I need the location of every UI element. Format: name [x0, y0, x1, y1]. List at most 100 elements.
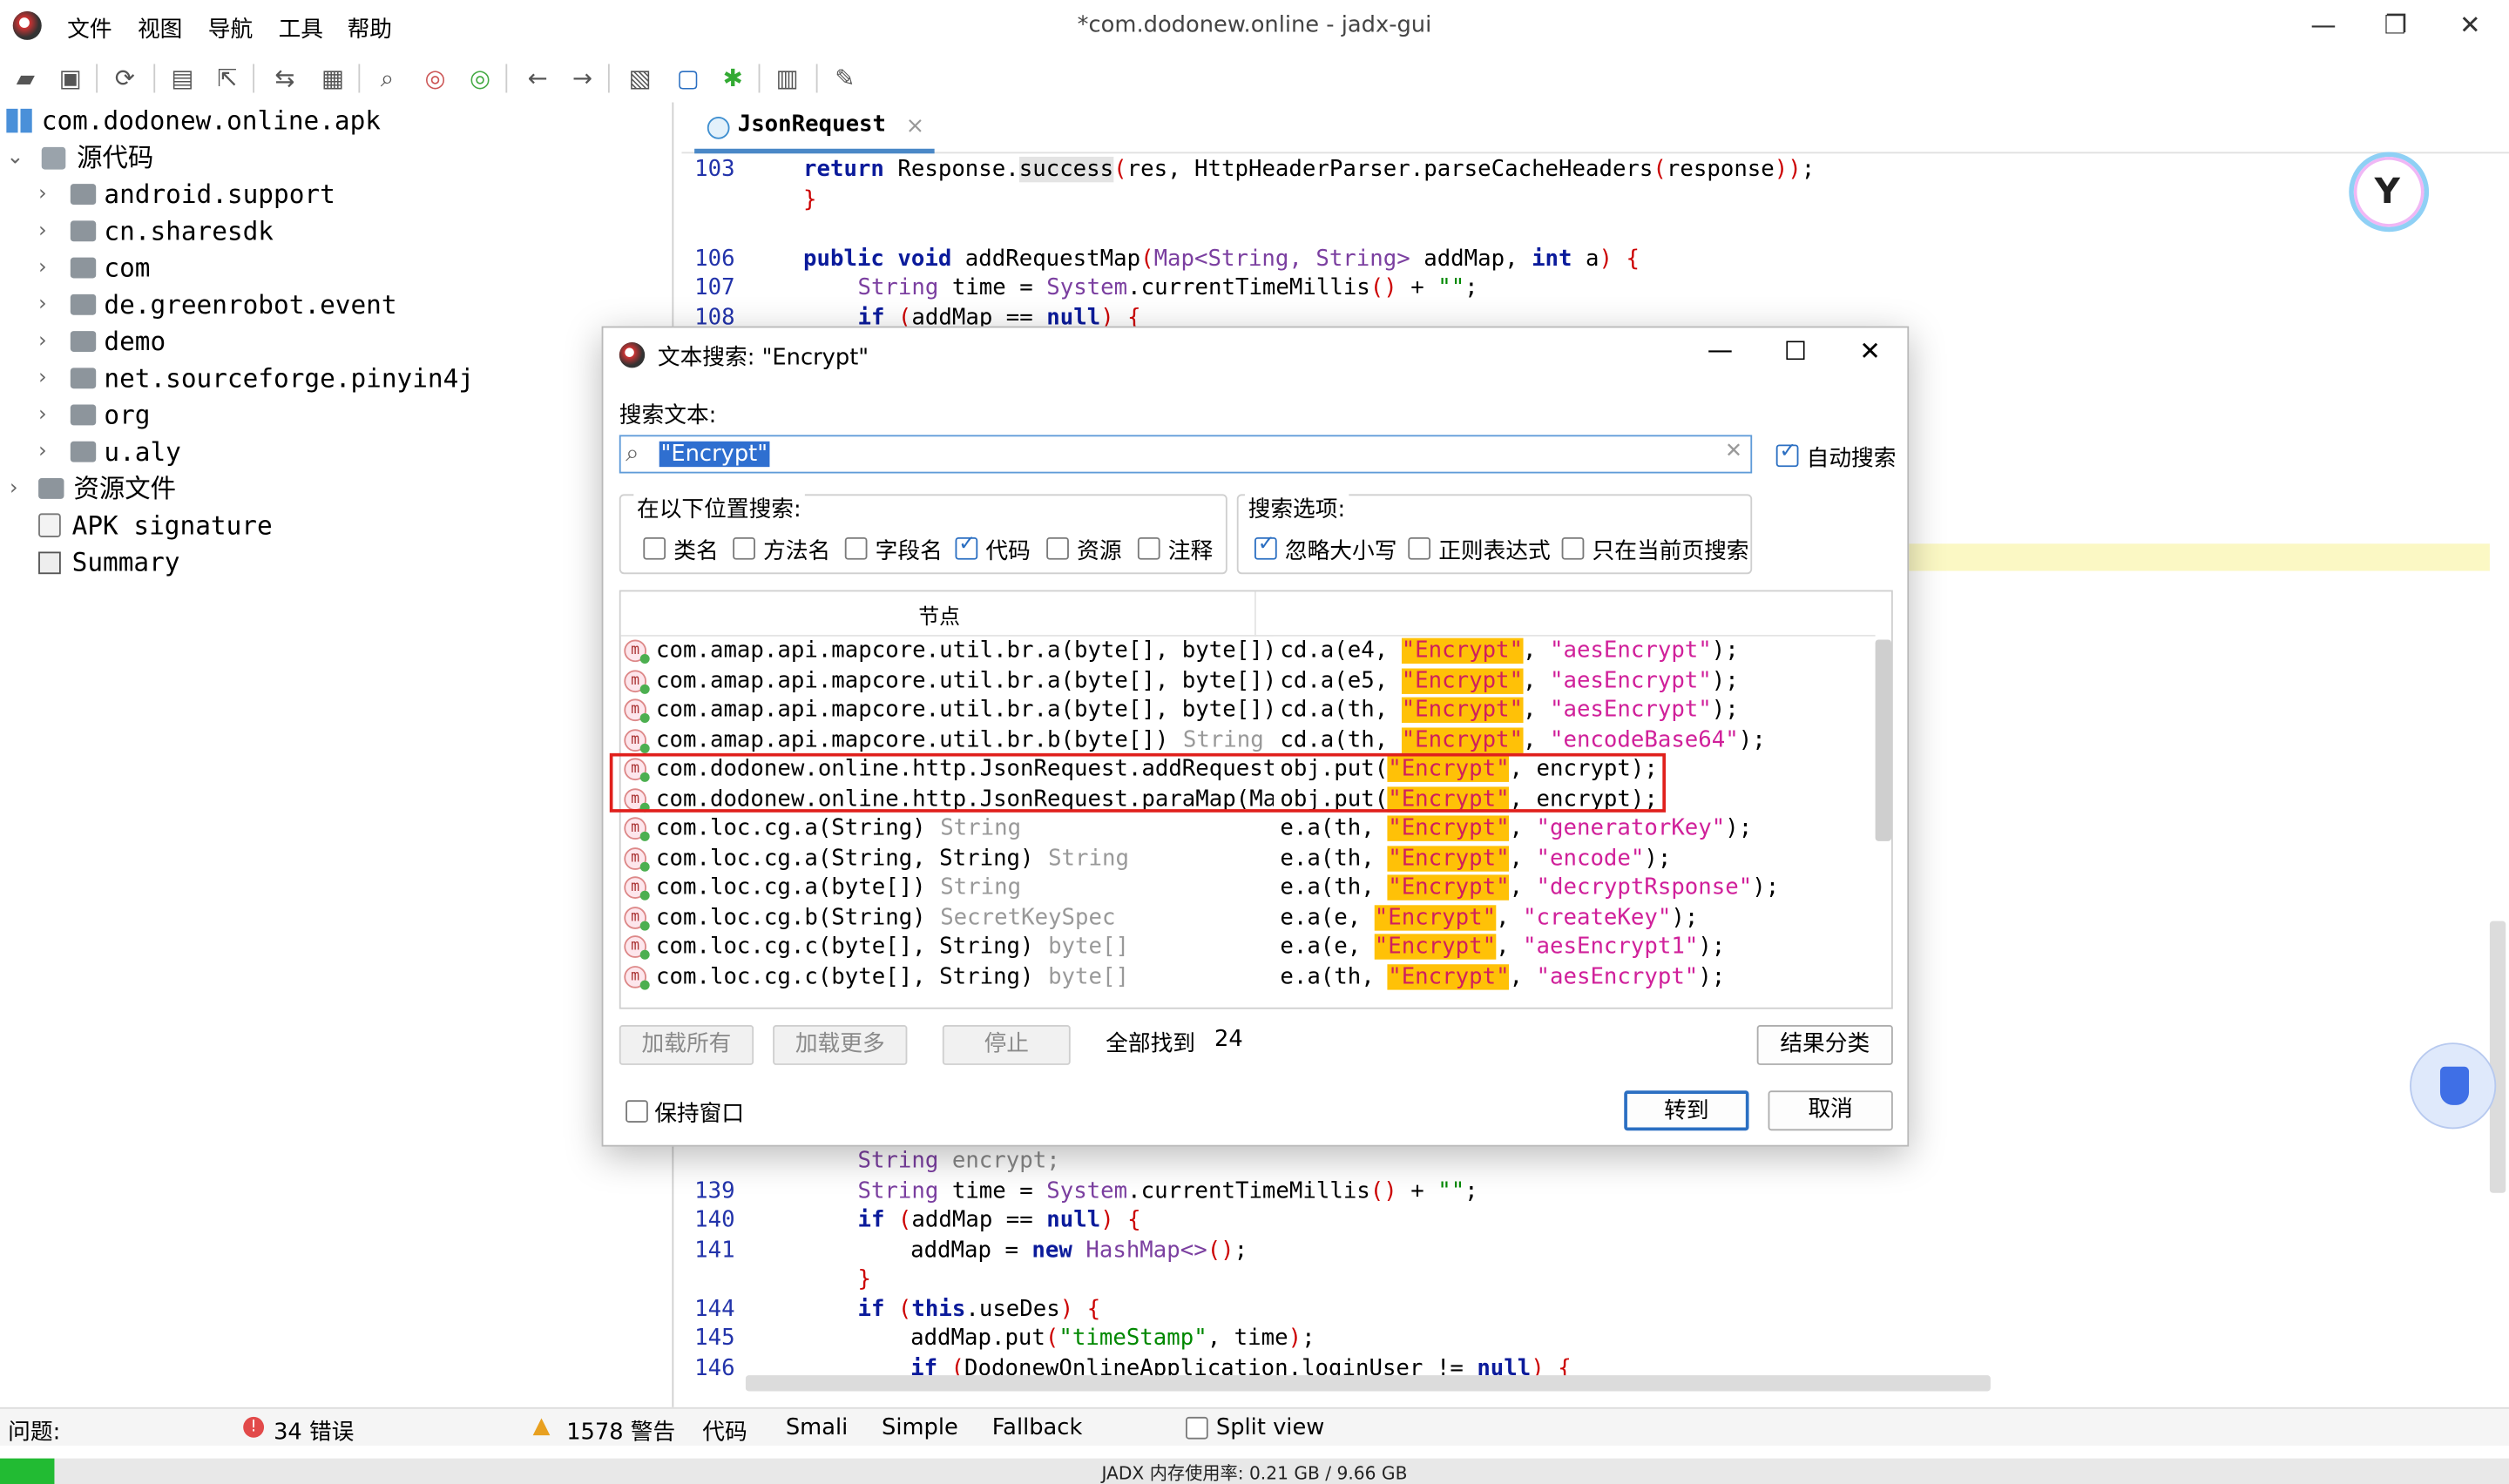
scope-code-checkbox[interactable] — [955, 532, 978, 560]
result-node: com.amap.api.mapcore.util.br.a(byte[], b… — [656, 637, 1277, 664]
chevron-down-icon[interactable]: ⌄ — [6, 139, 24, 176]
log-icon[interactable]: ▥ — [771, 63, 803, 95]
folder-icon — [70, 184, 97, 206]
stop-button[interactable]: 停止 — [942, 1025, 1071, 1065]
open-folder-icon[interactable]: ▦ — [317, 63, 349, 95]
sync-icon[interactable]: ⇆ — [269, 63, 301, 95]
current-page-checkbox[interactable] — [1561, 536, 1585, 560]
dialog-maximize-icon[interactable]: ☐ — [1784, 336, 1807, 367]
close-icon[interactable]: ✕ — [2459, 10, 2481, 40]
scope-comment-label: 注释 — [1167, 538, 1214, 565]
menu-help[interactable]: 帮助 — [348, 13, 392, 45]
code-line: addMap = new HashMap<>(); — [910, 1237, 1248, 1263]
maximize-icon[interactable]: ❐ — [2384, 10, 2407, 40]
reload-icon[interactable]: ⟳ — [109, 63, 141, 95]
package-box-icon — [41, 146, 66, 170]
scope-comment-checkbox[interactable] — [1137, 536, 1160, 560]
minimize-icon[interactable]: — — [2310, 10, 2336, 40]
deobfuscate-icon[interactable]: ▢ — [672, 63, 704, 95]
scope-class-label: 类名 — [673, 538, 719, 565]
method-icon: m — [624, 876, 650, 901]
result-row[interactable]: m com.loc.cg.a(String) String e.a(th, "Encr… — [621, 813, 1876, 844]
tab-fallback[interactable]: Fallback — [992, 1415, 1083, 1440]
save-icon[interactable]: ▤ — [166, 63, 199, 95]
tab-jsonrequest[interactable]: JsonRequest × — [694, 103, 935, 154]
ignore-case-checkbox[interactable] — [1254, 532, 1277, 560]
code-line: public void addRequestMap(Map<String, St… — [803, 245, 1640, 272]
scope-field-checkbox[interactable] — [844, 536, 868, 560]
scope-method-label: 方法名 — [763, 538, 831, 565]
warnings-count[interactable]: 1578 警告 — [566, 1415, 675, 1447]
found-label: 全部找到 — [1106, 1031, 1196, 1057]
load-more-button[interactable]: 加载更多 — [773, 1025, 908, 1065]
search-input[interactable]: ⌕ "Encrypt" ✕ — [619, 435, 1753, 474]
add-files-icon[interactable]: ▣ — [54, 63, 86, 95]
debug-icon[interactable]: ✱ — [717, 63, 749, 95]
result-row[interactable]: m com.loc.cg.c(byte[], String) byte[] e.a(t… — [621, 961, 1876, 992]
dialog-minimize-icon[interactable]: — — [1708, 334, 1733, 365]
memory-bar: JADX 内存使用率: 0.21 GB / 9.66 GB — [0, 1458, 2509, 1484]
result-row[interactable]: m com.loc.cg.a(String, String) String e.a(t… — [621, 843, 1876, 874]
search-icon[interactable]: ⌕ — [371, 63, 403, 95]
result-row[interactable]: m com.amap.api.mapcore.util.br.a(byte[], … — [621, 695, 1876, 725]
error-icon: ! — [243, 1416, 265, 1438]
decompile-icon[interactable]: ▧ — [624, 63, 656, 95]
tab-simple[interactable]: Simple — [882, 1415, 958, 1440]
settings-icon[interactable]: ✎ — [828, 63, 861, 95]
clear-icon[interactable]: ✕ — [1725, 440, 1742, 464]
keep-open-label: 保持窗口 — [654, 1102, 745, 1128]
tree-root-label: com.dodonew.online.apk — [41, 105, 381, 137]
results-scrollbar[interactable] — [1875, 639, 1891, 841]
result-row[interactable]: m com.amap.api.mapcore.util.br.a(byte[], … — [621, 636, 1876, 666]
result-code: e.a(th, "Encrypt", "encode"); — [1274, 843, 1876, 874]
dialog-close-icon[interactable]: ✕ — [1859, 336, 1881, 367]
dialog-app-icon — [619, 341, 646, 368]
tab-smali[interactable]: Smali — [786, 1415, 848, 1440]
code-line: String time = System.currentTimeMillis()… — [857, 1177, 1478, 1204]
assistant-logo-icon[interactable]: Y — [2349, 152, 2430, 233]
menu-navigate[interactable]: 导航 — [208, 13, 253, 45]
result-row[interactable]: m com.amap.api.mapcore.util.br.a(byte[], … — [621, 665, 1876, 696]
search-usage-icon[interactable]: ◎ — [464, 63, 497, 95]
result-row[interactable]: m com.loc.cg.b(String) SecretKeySpec e.a(e,… — [621, 902, 1876, 933]
result-row[interactable]: m com.loc.cg.c(byte[], String) byte[] e.a(e… — [621, 932, 1876, 962]
result-row[interactable]: m com.amap.api.mapcore.util.br.b(byte[]) S… — [621, 725, 1876, 755]
export-icon[interactable]: ⇱ — [211, 63, 243, 95]
vertical-scrollbar[interactable] — [2489, 921, 2506, 1193]
method-icon: m — [624, 698, 650, 723]
cancel-button[interactable]: 取消 — [1768, 1090, 1893, 1131]
group-results-button[interactable]: 结果分类 — [1756, 1025, 1893, 1065]
tab-close-icon[interactable]: × — [906, 113, 925, 138]
goto-button[interactable]: 转到 — [1624, 1090, 1749, 1131]
horizontal-scrollbar[interactable] — [745, 1375, 1991, 1392]
open-file-icon[interactable]: ▰ — [10, 63, 42, 95]
forward-icon[interactable]: → — [566, 63, 599, 95]
menu-view[interactable]: 视图 — [138, 13, 182, 45]
load-all-button[interactable]: 加载所有 — [619, 1025, 754, 1065]
result-node: com.amap.api.mapcore.util.br.a(byte[], b… — [656, 667, 1277, 693]
result-row[interactable]: m com.loc.cg.a(byte[]) String e.a(th, "Encr… — [621, 873, 1876, 903]
folder-icon — [70, 257, 97, 279]
method-icon: m — [624, 728, 650, 752]
scope-group: 在以下位置搜索: 类名 方法名 字段名 代码 资源 注释 — [619, 492, 1227, 575]
search-class-icon[interactable]: ◎ — [419, 63, 451, 95]
scope-method-checkbox[interactable] — [733, 536, 755, 560]
floating-widget-icon[interactable] — [2410, 1042, 2497, 1130]
chevron-right-icon[interactable]: › — [10, 470, 18, 507]
errors-count[interactable]: 34 错误 — [274, 1415, 354, 1447]
warning-icon: ▲ — [532, 1413, 551, 1440]
scope-class-checkbox[interactable] — [643, 536, 666, 560]
back-icon[interactable]: ← — [522, 63, 554, 95]
scope-resource-checkbox[interactable] — [1046, 536, 1069, 560]
options-group: 搜索选项: 忽略大小写 正则表达式 只在当前页搜索 — [1236, 492, 1753, 575]
auto-search-checkbox[interactable] — [1775, 440, 1799, 468]
menu-file[interactable]: 文件 — [67, 13, 112, 45]
keep-open-checkbox[interactable] — [626, 1100, 648, 1123]
result-code: cd.a(th, "Encrypt", "aesEncrypt"); — [1274, 695, 1876, 725]
folder-icon — [70, 368, 97, 389]
menu-tools[interactable]: 工具 — [279, 13, 323, 45]
folder-icon — [70, 331, 97, 352]
regex-checkbox[interactable] — [1408, 536, 1431, 560]
split-view-checkbox[interactable] — [1185, 1416, 1208, 1440]
tab-code[interactable]: 代码 — [702, 1415, 747, 1447]
